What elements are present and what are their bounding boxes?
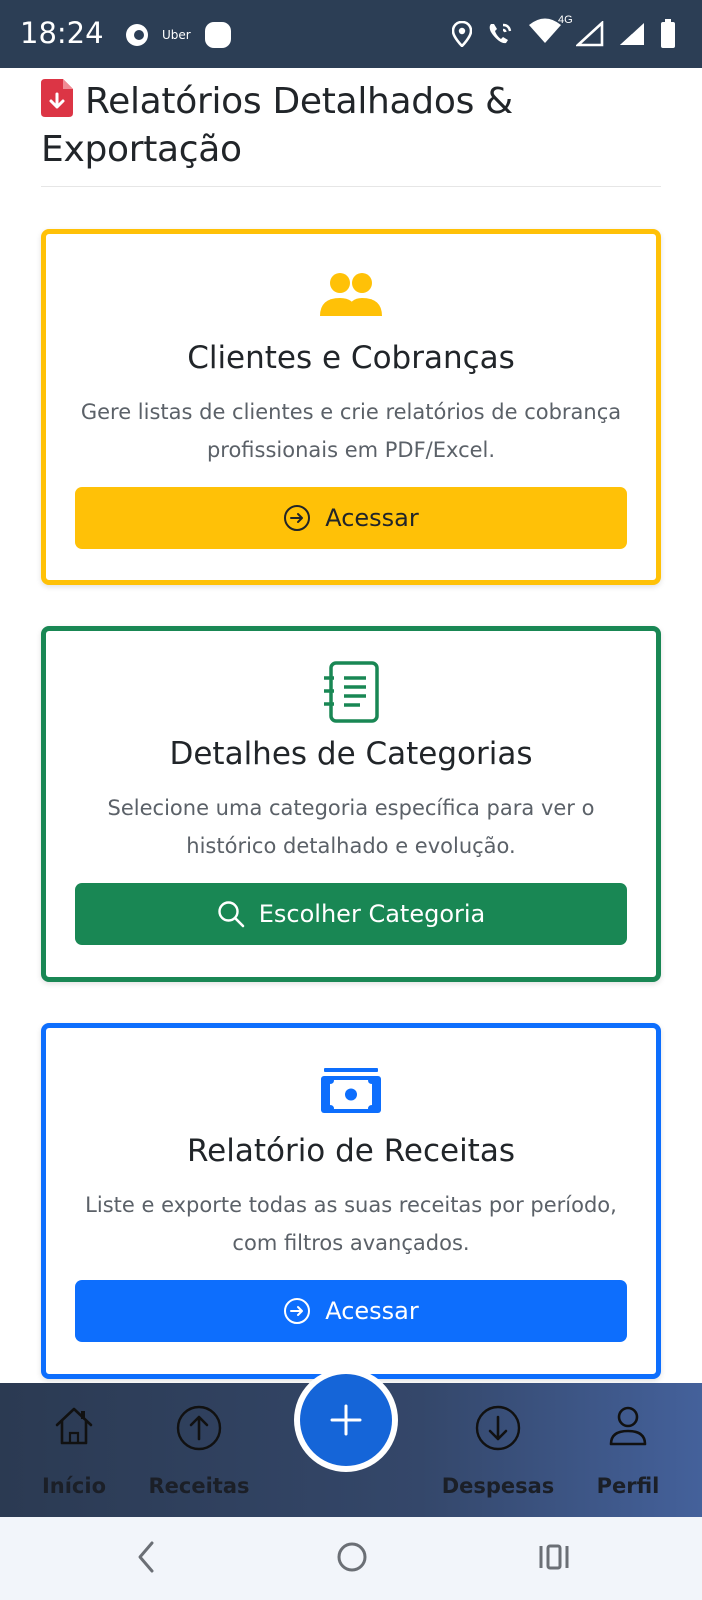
arrow-right-circle-icon [284, 505, 311, 531]
uber-label: Uber [162, 28, 191, 42]
card-title: Relatório de Receitas [187, 1133, 515, 1169]
button-label: Escolher Categoria [258, 900, 486, 928]
people-icon [320, 273, 382, 316]
battery-icon [661, 18, 675, 48]
nav-label: Início [41, 1474, 107, 1498]
status-time: 18:24 [20, 16, 104, 50]
system-nav-bar [0, 1517, 702, 1600]
button-label: Acessar [325, 504, 419, 532]
button-label: Acessar [325, 1297, 419, 1325]
nav-label: Despesas [441, 1474, 555, 1498]
signal-icon [620, 22, 644, 45]
person-icon [609, 1406, 647, 1446]
back-icon[interactable] [134, 1539, 158, 1575]
card-title: Detalhes de Categorias [169, 736, 533, 772]
notification-icon [126, 24, 148, 46]
header-divider [41, 186, 661, 187]
page-title: Relatórios Detalhados & Exportação [41, 78, 661, 174]
card-description: Liste e exporte todas as suas receitas p… [85, 1193, 617, 1255]
card-clientes: Clientes e Cobranças Gere listas de clie… [41, 229, 661, 585]
receitas-access-button[interactable]: Acessar [75, 1280, 627, 1342]
arrow-right-circle-icon [284, 1298, 311, 1324]
clientes-access-button[interactable]: Acessar [75, 487, 627, 549]
nav-label: Receitas [148, 1474, 250, 1498]
nav-item-inicio[interactable]: Início [14, 1383, 134, 1517]
card-receitas: Relatório de Receitas Liste e exporte to… [41, 1023, 661, 1379]
signal-icon [576, 20, 604, 46]
status-bar: 18:24 Uber 4G [0, 0, 702, 68]
recents-icon[interactable] [538, 1539, 570, 1575]
home-icon[interactable] [335, 1539, 369, 1575]
nav-label: Perfil [596, 1474, 660, 1498]
card-description: Gere listas de clientes e crie relatório… [80, 400, 622, 462]
network-type: 4G [558, 14, 573, 26]
plus-icon [330, 1404, 362, 1436]
nav-item-despesas[interactable]: Despesas [438, 1383, 558, 1517]
arrow-up-circle-icon [176, 1405, 222, 1451]
wifi-icon [529, 18, 561, 43]
page-header: Relatórios Detalhados & Exportação [41, 78, 661, 174]
nav-item-receitas[interactable]: Receitas [139, 1383, 259, 1517]
card-description: Selecione uma categoria específica para … [107, 796, 595, 858]
search-icon [218, 901, 245, 928]
house-icon [55, 1407, 93, 1445]
card-categorias: Detalhes de Categorias Selecione uma cat… [41, 626, 661, 982]
cash-icon [321, 1068, 381, 1113]
journal-list-icon [324, 661, 379, 723]
location-icon [452, 20, 472, 47]
arrow-down-circle-icon [475, 1405, 521, 1451]
app-icon [204, 22, 231, 48]
wifi-calling-icon [489, 23, 512, 43]
page-title-text: Relatórios Detalhados & Exportação [41, 81, 513, 170]
card-title: Clientes e Cobranças [187, 340, 515, 376]
add-button[interactable] [294, 1368, 398, 1472]
choose-category-button[interactable]: Escolher Categoria [75, 883, 627, 945]
nav-item-perfil[interactable]: Perfil [568, 1383, 688, 1517]
pdf-file-icon [41, 79, 73, 117]
